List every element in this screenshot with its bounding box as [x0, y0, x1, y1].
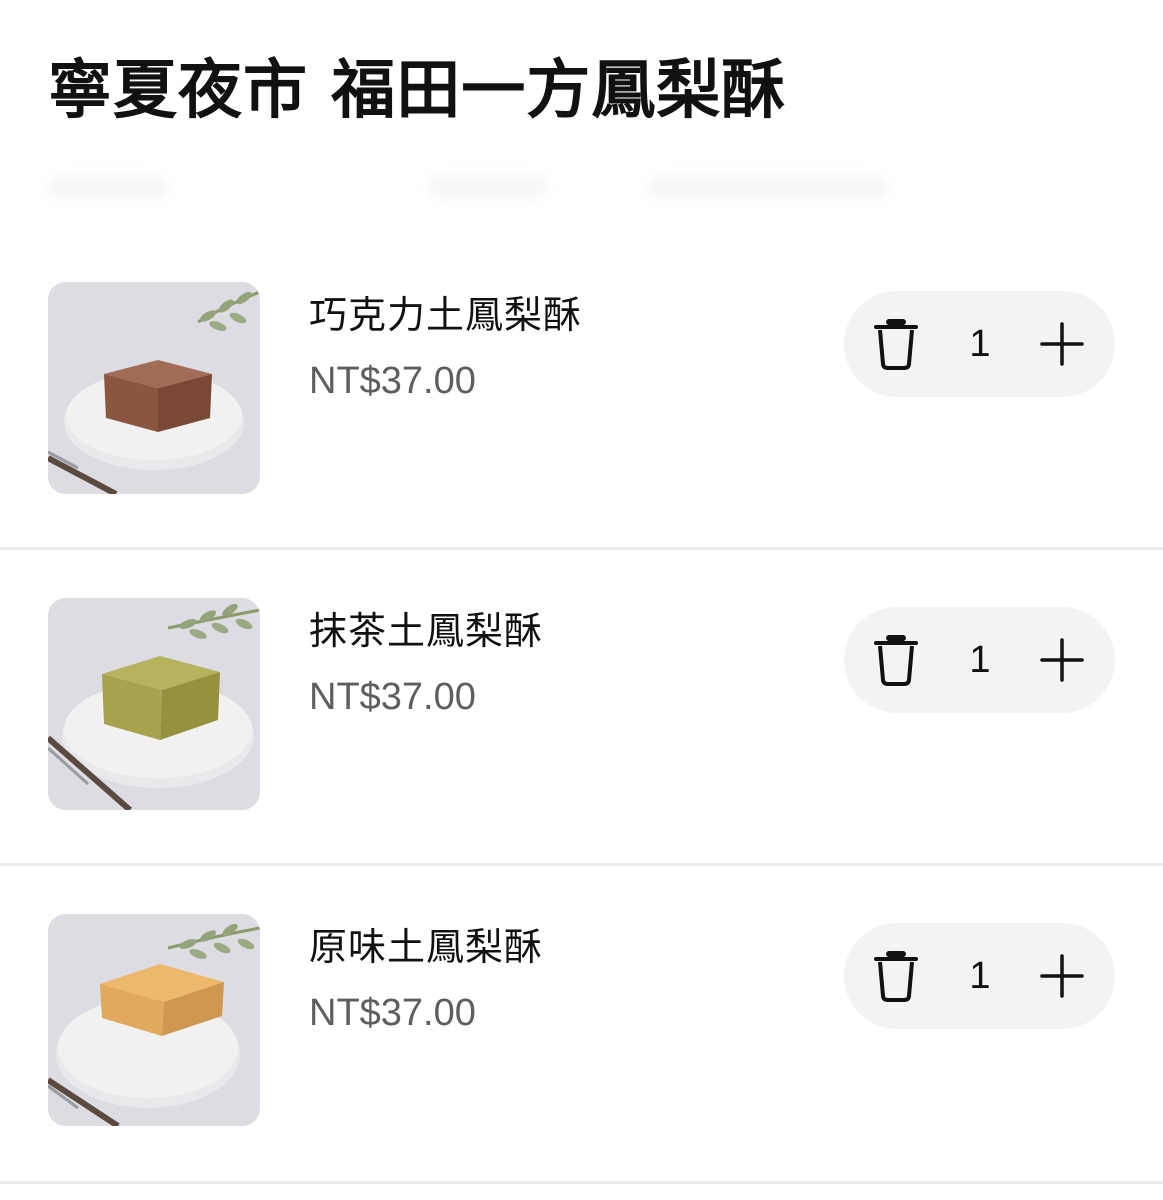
page-title: 寧夏夜市 福田一方鳳梨酥: [48, 54, 787, 128]
divider: [0, 1181, 1163, 1184]
divider: [0, 547, 1163, 550]
product-photo-matcha[interactable]: [48, 598, 260, 810]
faded-store-info: [48, 168, 948, 208]
quantity-value: 1: [969, 639, 991, 681]
trash-icon[interactable]: [873, 634, 919, 686]
product-price: NT$37.00: [309, 992, 476, 1034]
product-name[interactable]: 巧克力土鳳梨酥: [309, 292, 582, 338]
trash-icon[interactable]: [873, 318, 919, 370]
product-photo-original[interactable]: [48, 914, 260, 1126]
product-price: NT$37.00: [309, 360, 476, 402]
product-price: NT$37.00: [309, 676, 476, 718]
plus-icon[interactable]: [1040, 322, 1084, 366]
trash-icon[interactable]: [873, 950, 919, 1002]
quantity-stepper: 1: [844, 607, 1115, 713]
quantity-value: 1: [969, 323, 991, 365]
plus-icon[interactable]: [1040, 638, 1084, 682]
cart-item: 抹茶土鳳梨酥 NT$37.00 1: [0, 598, 1163, 866]
plus-icon[interactable]: [1040, 954, 1084, 998]
cart-item: 原味土鳳梨酥 NT$37.00 1: [0, 914, 1163, 1184]
product-photo-chocolate[interactable]: [48, 282, 260, 494]
quantity-stepper: 1: [844, 923, 1115, 1029]
product-name[interactable]: 抹茶土鳳梨酥: [309, 608, 543, 654]
quantity-value: 1: [969, 955, 991, 997]
quantity-stepper: 1: [844, 291, 1115, 397]
divider: [0, 863, 1163, 866]
product-name[interactable]: 原味土鳳梨酥: [309, 924, 543, 970]
cart-item: 巧克力土鳳梨酥 NT$37.00 1: [0, 282, 1163, 550]
